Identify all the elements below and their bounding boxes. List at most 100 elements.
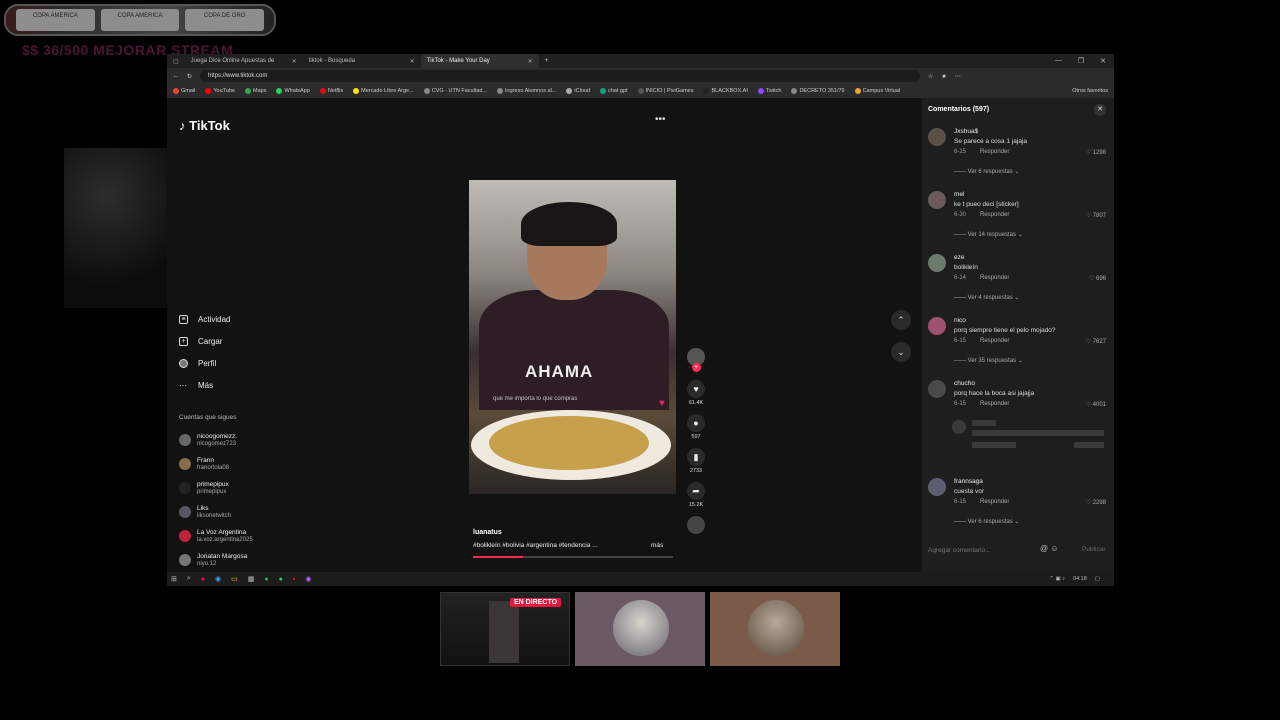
close-tab-icon[interactable]: ✕ [528, 58, 533, 65]
notifications-icon[interactable]: ▢ [1095, 576, 1100, 582]
favorite-link[interactable]: WhatsApp [276, 88, 310, 94]
comment-like-button[interactable]: ♡ 7627 [1086, 338, 1106, 345]
favorite-link[interactable]: Campus Virtual [854, 88, 900, 94]
reply-button[interactable]: Responder [980, 149, 1009, 155]
close-window-icon[interactable]: ✕ [1100, 57, 1106, 65]
avatar[interactable] [928, 478, 946, 496]
favorite-link[interactable]: CVG - UTN Facultad... [423, 88, 487, 94]
view-replies-button[interactable]: —— Ver 6 respuestas ⌄ [954, 518, 1019, 525]
follow-plus-icon[interactable]: + [691, 363, 701, 372]
sidebar-item-perfil[interactable]: Perfil [179, 352, 279, 374]
favorite-link[interactable]: Maps [245, 88, 266, 94]
comment-username[interactable]: Jxshua$ [954, 128, 978, 135]
favorite-link[interactable]: INICIO | PiviGames [637, 88, 693, 94]
mention-icon[interactable]: @ [1040, 544, 1048, 553]
view-replies-button[interactable]: —— Ver 4 respuestas ⌄ [954, 294, 1019, 301]
following-account[interactable]: Jonatan Margosa niyo.12 [179, 548, 279, 572]
sidebar-item-actividad[interactable]: ≡ Actividad [179, 308, 279, 330]
browser-tab[interactable]: Juega Dice Online Apuestas de ✕ [185, 54, 303, 68]
favorite-link[interactable]: Ingreso Alumnos al... [497, 88, 556, 94]
comment-like-button[interactable]: ♡ 4001 [1086, 401, 1106, 408]
next-video-button[interactable]: ⌄ [891, 342, 911, 362]
comment-username[interactable]: nico [954, 317, 966, 324]
bookmark-button[interactable]: ▮ 2733 [683, 448, 709, 474]
avatar[interactable] [928, 128, 946, 146]
following-account[interactable]: nicoogomezz. nicogomez723 [179, 428, 279, 452]
video-hashtags[interactable]: #bolikleín #bolivia #argentina #tendenci… [473, 542, 598, 549]
reply-button[interactable]: Responder [980, 212, 1009, 218]
reload-icon[interactable]: ↻ [187, 73, 192, 80]
avatar[interactable] [928, 317, 946, 335]
video-author[interactable]: luanatus [473, 529, 502, 536]
restore-icon[interactable]: ❐ [1078, 57, 1084, 65]
comment-like-button[interactable]: ♡ 2298 [1086, 499, 1106, 506]
music-disc[interactable] [683, 516, 709, 534]
share-button[interactable]: ➦ 15.2K [683, 482, 709, 508]
tab-actions-icon[interactable]: ▢ [167, 58, 185, 65]
comment-button[interactable]: ● 597 [683, 414, 709, 440]
app-icon[interactable]: ▦ [248, 575, 255, 583]
comment-username[interactable]: eze [954, 254, 964, 261]
comment-username[interactable]: chucho [954, 380, 975, 387]
favorite-link[interactable]: BLACKBOX.AI [703, 88, 748, 94]
app-icon[interactable]: ● [201, 576, 205, 583]
favorite-link[interactable]: Mercado Libre Arge... [353, 88, 414, 94]
following-account[interactable]: Liks liksonetwitch [179, 500, 279, 524]
reply-button[interactable]: Responder [980, 401, 1009, 407]
reply-button[interactable]: Responder [980, 338, 1009, 344]
other-favorites-link[interactable]: Otros favoritos [1072, 88, 1108, 94]
obs-icon[interactable]: ◉ [305, 575, 311, 583]
folder-icon[interactable]: ▭ [231, 575, 238, 583]
video-more-link[interactable]: más [651, 542, 663, 549]
following-account[interactable]: La Voz Argentina la.voz.argentina2025 [179, 524, 279, 548]
windows-start-icon[interactable]: ⊞ [171, 575, 177, 583]
favorite-link[interactable]: Twitch [757, 88, 781, 94]
more-options-icon[interactable]: ••• [655, 114, 666, 125]
sidebar-item-cargar[interactable]: + Cargar [179, 330, 279, 352]
app-icon[interactable]: ▪ [293, 576, 295, 583]
view-replies-button[interactable]: —— Ver 35 respuestas ⌄ [954, 357, 1023, 364]
whatsapp-icon[interactable]: ● [279, 576, 283, 583]
favorite-link[interactable]: DECRETO 351/79 [791, 88, 845, 94]
spotify-icon[interactable]: ● [264, 576, 268, 583]
favorites-icon[interactable]: ★ [941, 73, 946, 80]
view-replies-button[interactable]: —— Ver 14 respuestas ⌄ [954, 231, 1023, 238]
avatar[interactable] [928, 191, 946, 209]
back-icon[interactable]: ← [173, 73, 179, 79]
close-tab-icon[interactable]: ✕ [410, 58, 415, 65]
author-avatar-follow[interactable]: + [683, 348, 709, 372]
avatar[interactable] [928, 254, 946, 272]
tray-icons[interactable]: ⌃ ▣ ♪ [1049, 576, 1065, 582]
favorite-link[interactable]: iCloud [566, 88, 590, 94]
favorite-link[interactable]: chat gpt [600, 88, 628, 94]
browser-tab-active[interactable]: TikTok - Make Your Day ✕ [420, 54, 539, 68]
search-icon[interactable]: ⌕ [187, 575, 191, 583]
browser-tab[interactable]: tiktok - Búsqueda ✕ [303, 54, 421, 68]
avatar[interactable] [928, 380, 946, 398]
following-account[interactable]: Frann franortola08 [179, 452, 279, 476]
menu-dots-icon[interactable]: ⋯ [955, 73, 961, 80]
tiktok-logo[interactable]: ♪ TikTok [179, 118, 230, 133]
video-progress-bar[interactable] [473, 556, 673, 558]
close-tab-icon[interactable]: ✕ [292, 58, 297, 65]
address-bar[interactable]: https://www.tiktok.com [200, 70, 921, 82]
close-comments-button[interactable]: ✕ [1094, 104, 1106, 116]
comment-username[interactable]: mel [954, 191, 964, 198]
comment-like-button[interactable]: ♡ 1298 [1086, 149, 1106, 156]
minimize-icon[interactable]: — [1055, 57, 1062, 65]
favorite-link[interactable]: YouTube [205, 88, 235, 94]
new-tab-button[interactable]: + [539, 58, 555, 64]
favorite-link[interactable]: Gmail [173, 88, 195, 94]
comment-like-button[interactable]: ♡ 696 [1089, 275, 1106, 282]
video-player[interactable]: AHAMA que me importa lo que compras ♥ [469, 180, 676, 494]
reply-button[interactable]: Responder [980, 275, 1009, 281]
like-button[interactable]: ♥ 61.4K [683, 380, 709, 406]
view-replies-button[interactable]: —— Ver 6 respuestas ⌄ [954, 168, 1019, 175]
comment-username[interactable]: frannsaga [954, 478, 983, 485]
previous-video-button[interactable]: ⌃ [891, 310, 911, 330]
reply-button[interactable]: Responder [980, 499, 1009, 505]
browser-app-icon[interactable]: ◉ [215, 575, 221, 583]
favorite-link[interactable]: Netflix [319, 88, 343, 94]
extensions-icon[interactable]: ☆ [928, 73, 933, 80]
post-comment-button[interactable]: Publicar [1082, 546, 1105, 553]
